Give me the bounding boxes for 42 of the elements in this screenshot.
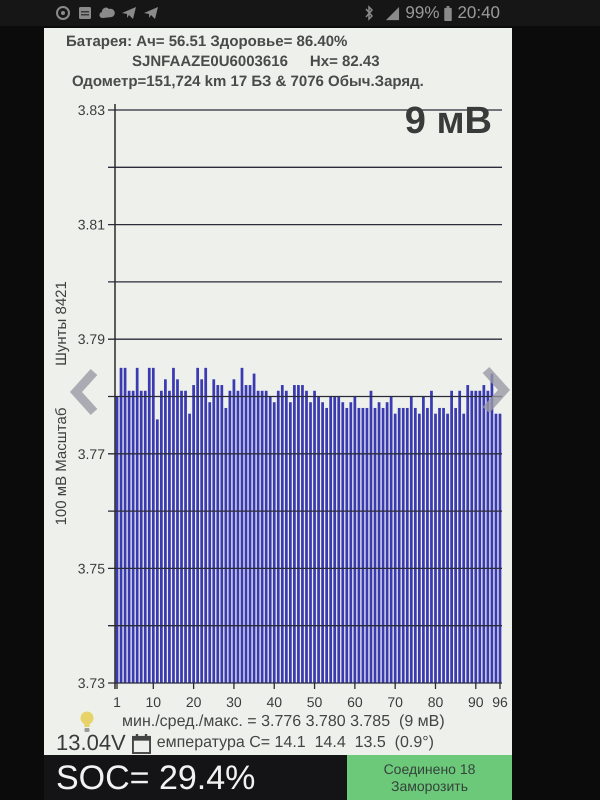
bluetooth-icon [364, 5, 374, 21]
y-tick-label: 3.81 [78, 216, 105, 233]
battery-summary: Батарея: Ач= 56.51 Здоровье= 86.40% [65, 32, 348, 52]
voltage-reading: 13.04V [56, 731, 126, 755]
y-tick-label: 3.75 [78, 560, 105, 576]
battery-icon [444, 6, 452, 20]
x-tick-label: 40 [266, 694, 282, 710]
temperature-stats: емпература C= 14.1 14.4 13.5 (0.9°) [156, 733, 434, 753]
x-tick-label: 50 [306, 694, 322, 710]
min-avg-max-stats: мин./сред./макс. = 3.776 3.780 3.785 (9 мВ) [122, 712, 445, 731]
x-tick-label: 70 [387, 694, 403, 710]
x-tick-label: 10 [146, 694, 162, 710]
battery-percent: 99% [405, 3, 440, 23]
light-bulb-icon [80, 710, 94, 732]
x-tick-label: 60 [347, 694, 363, 710]
y-tick-label: 3.77 [78, 446, 105, 462]
freeze-button[interactable]: Соединено 18 Заморозить [347, 755, 512, 800]
x-tick-label: 20 [186, 694, 202, 710]
hx-value: Нх= 82.43 [310, 52, 380, 72]
x-tick-label: 96 [492, 694, 508, 710]
calendar-icon [132, 732, 151, 754]
y-axis-label: 100 мВ Масштаб [53, 408, 70, 526]
clock-time: 20:40 [457, 3, 500, 23]
spread-value: 9 мВ [404, 100, 492, 142]
y-tick-label: 3.73 [78, 675, 105, 691]
cloud-icon [99, 5, 115, 21]
chevron-right-icon[interactable] [482, 366, 510, 414]
paper-plane-icon [143, 5, 159, 21]
vin-number: SJNFAAZE0U6003616 [132, 52, 288, 72]
y-tick-label: 3.83 [78, 102, 105, 118]
ring-icon [55, 5, 71, 21]
odometer-summary: Одометр=151,724 km 17 БЗ & 7076 Обыч.Заряд. [71, 72, 425, 92]
paper-plane-icon [121, 5, 137, 21]
y-tick-label: 3.79 [78, 331, 105, 348]
note-icon [77, 5, 93, 21]
shunts-label: Шунты 8421 [53, 281, 70, 366]
x-tick-label: 1 [113, 694, 121, 710]
x-tick-label: 80 [428, 694, 444, 710]
x-tick-label: 30 [226, 694, 242, 710]
soc-reading: SOC= 29.4% [56, 758, 256, 798]
x-tick-label: 90 [468, 694, 484, 710]
signal-icon [385, 6, 400, 20]
